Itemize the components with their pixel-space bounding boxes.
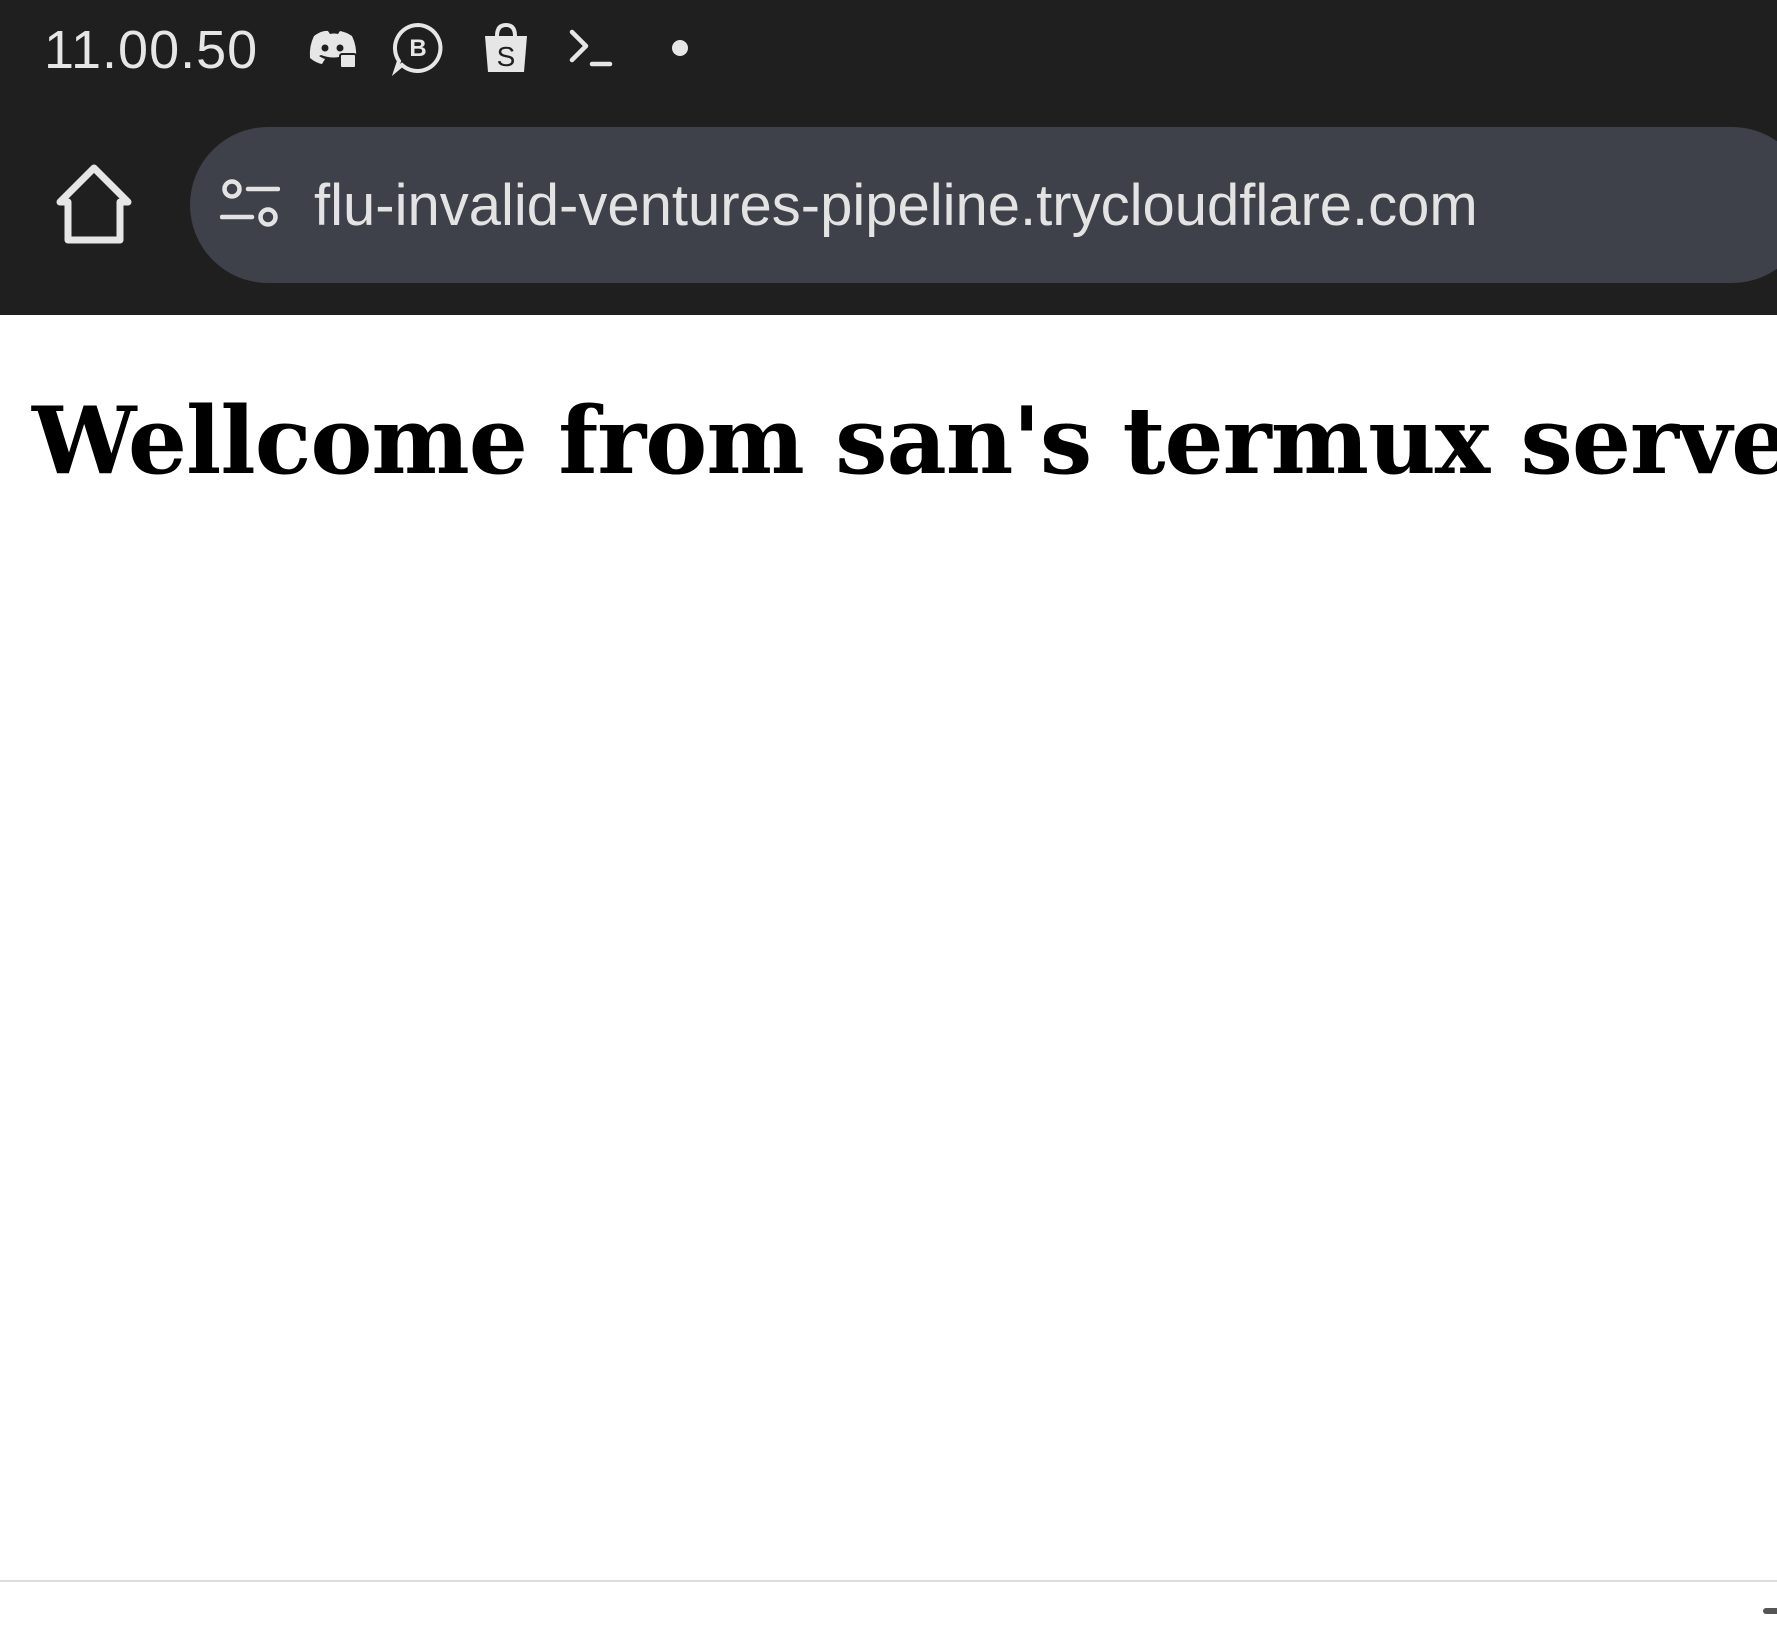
status-clock: 11.00.50 [44,20,259,80]
shopee-bag-icon: S [478,20,534,76]
discord-icon [304,20,360,76]
page-content: Wellcome from san's termux server [0,315,1777,1580]
bottom-bar [0,1582,1777,1644]
status-bar: 11.00.50 B S [0,0,1777,106]
address-bar[interactable]: flu-invalid-ventures-pipeline.trycloudfl… [190,127,1777,283]
tune-icon[interactable] [220,177,280,231]
whatsapp-business-icon: B [390,20,446,76]
scroll-handle[interactable] [1763,1608,1777,1614]
url-text[interactable]: flu-invalid-ventures-pipeline.trycloudfl… [314,173,1478,239]
svg-text:S: S [497,41,516,72]
terminal-icon [566,20,622,76]
notification-dot-icon [658,20,702,76]
browser-toolbar: flu-invalid-ventures-pipeline.trycloudfl… [0,106,1777,315]
home-icon[interactable] [52,162,136,246]
svg-text:B: B [409,35,426,62]
page-heading: Wellcome from san's termux server [32,386,1777,495]
